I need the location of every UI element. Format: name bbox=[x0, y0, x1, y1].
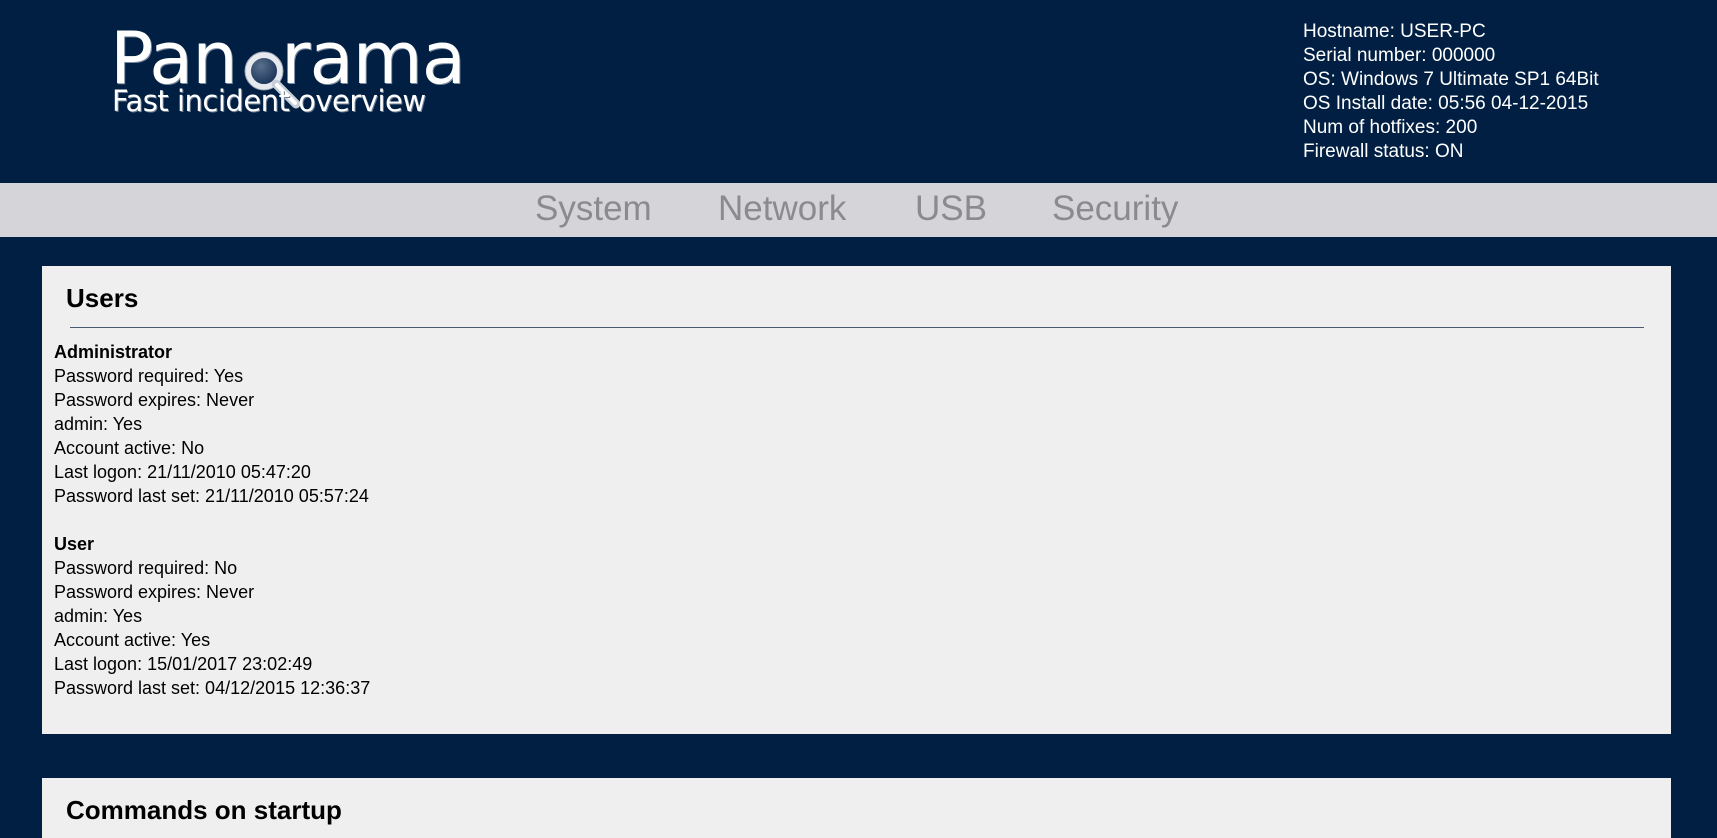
user-name: User bbox=[54, 534, 95, 554]
panel-divider bbox=[70, 327, 1644, 328]
password-last-set-text: Password last set: 21/11/2010 05:57:24 bbox=[54, 486, 369, 506]
hotfix-count-text: Num of hotfixes: 200 bbox=[1303, 117, 1478, 138]
system-info: Hostname: USER-PC Serial number: 000000 … bbox=[1303, 20, 1599, 164]
account-active-text: Account active: No bbox=[54, 438, 205, 458]
password-expires-text: Password expires: Never bbox=[54, 582, 255, 602]
last-logon-text: Last logon: 21/11/2010 05:47:20 bbox=[54, 462, 311, 482]
panorama-logo: Pan rama Fast incident overview bbox=[110, 18, 466, 128]
account-active-text: Account active: Yes bbox=[54, 630, 211, 650]
nav-network[interactable]: Network bbox=[718, 187, 846, 231]
users-panel: Users Administrator Password required: Y… bbox=[42, 266, 1671, 734]
os-text: OS: Windows 7 Ultimate SP1 64Bit bbox=[1303, 69, 1599, 90]
users-list: Administrator Password required: Yes Pas… bbox=[54, 340, 370, 724]
password-last-set-text: Password last set: 04/12/2015 12:36:37 bbox=[54, 678, 371, 698]
password-required-text: Password required: Yes bbox=[54, 366, 244, 386]
logo-subtitle: Fast incident overview bbox=[112, 84, 426, 118]
nav-usb[interactable]: USB bbox=[915, 187, 987, 231]
main-nav: System Network USB Security bbox=[0, 183, 1717, 237]
nav-system[interactable]: System bbox=[535, 187, 652, 231]
serial-number-text: Serial number: 000000 bbox=[1303, 45, 1496, 66]
hostname-text: Hostname: USER-PC bbox=[1303, 21, 1486, 42]
user-entry: User Password required: No Password expi… bbox=[54, 532, 370, 700]
admin-text: admin: Yes bbox=[54, 414, 143, 434]
last-logon-text: Last logon: 15/01/2017 23:02:49 bbox=[54, 654, 313, 674]
firewall-status-text: Firewall status: ON bbox=[1303, 141, 1464, 162]
password-expires-text: Password expires: Never bbox=[54, 390, 255, 410]
user-name: Administrator bbox=[54, 342, 173, 362]
os-install-date-text: OS Install date: 05:56 04-12-2015 bbox=[1303, 93, 1589, 114]
password-required-text: Password required: No bbox=[54, 558, 238, 578]
header: Pan rama Fast incident overview Hostname:… bbox=[0, 0, 1717, 183]
admin-text: admin: Yes bbox=[54, 606, 143, 626]
nav-security[interactable]: Security bbox=[1052, 187, 1178, 231]
users-panel-title: Users bbox=[66, 283, 139, 313]
startup-panel-title: Commands on startup bbox=[66, 795, 342, 825]
user-entry: Administrator Password required: Yes Pas… bbox=[54, 340, 370, 508]
startup-commands-panel: Commands on startup bbox=[42, 778, 1671, 838]
